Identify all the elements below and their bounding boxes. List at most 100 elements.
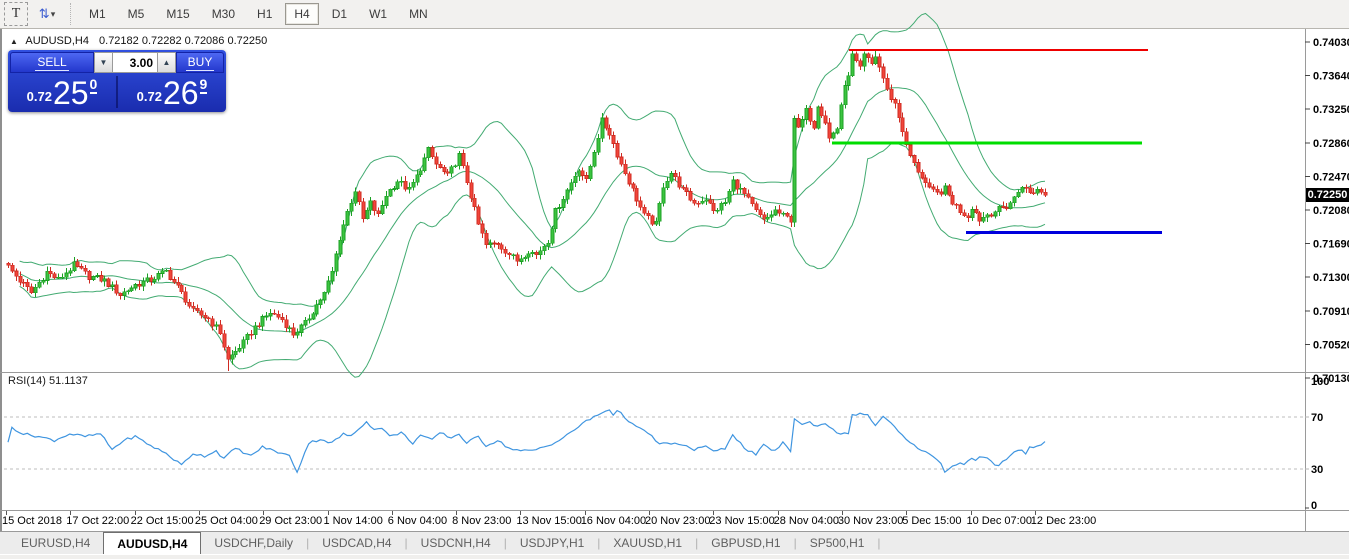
candle-bull [389, 189, 392, 196]
candle-bull [42, 281, 45, 283]
tabs-spacer [0, 532, 8, 554]
candle-bear [759, 210, 762, 215]
candle-bear [358, 192, 361, 202]
candle-bear [207, 318, 210, 319]
buy-price-button[interactable]: 0.72 26 9 [118, 74, 226, 110]
sell-price-button[interactable]: 0.72 25 0 [8, 74, 116, 110]
collapse-triangle-icon[interactable]: ▲ [10, 37, 18, 46]
candle-bear [978, 213, 981, 222]
tab-USDCNH-H4[interactable]: USDCNH,H4 [408, 532, 504, 554]
candle-bull [739, 188, 742, 189]
candle-bull [327, 281, 330, 292]
time-tick-label: 30 Nov 23:00 [838, 515, 903, 527]
buy-button-label: BUY [186, 55, 215, 71]
tab-EURUSD-H4[interactable]: EURUSD,H4 [8, 532, 103, 554]
candle-bull [423, 158, 426, 171]
candle-bull [369, 201, 372, 210]
time-tick-label: 17 Oct 22:00 [66, 515, 129, 527]
candle-bear [689, 192, 692, 201]
candle-bull [1013, 197, 1016, 203]
candle-bear [936, 189, 939, 192]
candle-bear [632, 184, 635, 188]
buy-button[interactable]: BUY [176, 52, 224, 73]
candle-bear [682, 187, 685, 188]
candle-bull [666, 181, 669, 187]
time-tick-label: 22 Oct 15:00 [131, 515, 194, 527]
candle-bull [817, 107, 820, 128]
candle-bear [990, 215, 993, 216]
candle-bull [601, 118, 604, 138]
price-tick-label: 0.70910 [1313, 306, 1349, 318]
candle-bear [466, 166, 469, 183]
volume-decrease-button[interactable]: ▼ [94, 52, 113, 73]
bollinger-lower-band [20, 144, 1045, 378]
candle-bull [323, 292, 326, 300]
candle-bear [150, 278, 153, 282]
candle-bull [288, 328, 291, 329]
candle-bull [766, 217, 769, 219]
tab-XAUUSD-H1[interactable]: XAUUSD,H1 [600, 532, 695, 554]
candle-bear [786, 213, 789, 216]
time-tick-label: 29 Oct 23:00 [259, 515, 322, 527]
candle-bull [146, 278, 149, 282]
candle-bear [192, 306, 195, 308]
candle-bull [774, 210, 777, 215]
time-tick-label: 16 Nov 04:00 [581, 515, 646, 527]
candle-bull [427, 148, 430, 158]
candle-bear [871, 58, 874, 64]
candle-bear [446, 172, 449, 174]
volume-input[interactable] [113, 52, 157, 73]
candle-bear [88, 271, 91, 279]
candle-bear [443, 167, 446, 171]
candle-bull [971, 210, 974, 218]
sell-price-point: 0 [90, 76, 98, 94]
candle-bull [339, 240, 342, 254]
candle-bear [485, 233, 488, 244]
tab-SP500-H1[interactable]: SP500,H1 [797, 532, 878, 554]
candle-bear [22, 282, 25, 283]
candle-bear [431, 148, 434, 157]
candle-bear [508, 253, 511, 254]
candle-bull [489, 243, 492, 245]
candle-bear [963, 213, 966, 216]
candle-bull [1021, 187, 1024, 192]
candle-bull [793, 119, 796, 223]
tab-USDCAD-H4[interactable]: USDCAD,H4 [309, 532, 404, 554]
candle-bear [250, 334, 253, 335]
candle-bull [554, 209, 557, 229]
candle-bull [994, 212, 997, 216]
candle-bear [1005, 208, 1008, 209]
candle-bear [26, 282, 29, 287]
price-tick-label: 0.73640 [1313, 71, 1349, 83]
candle-bear [928, 183, 931, 187]
tab-USDCHF-Daily[interactable]: USDCHF,Daily [201, 532, 306, 554]
candle-bear [30, 287, 33, 293]
candle-bear [882, 67, 885, 78]
candle-bull [346, 211, 349, 225]
candle-bear [292, 328, 295, 336]
volume-increase-button[interactable]: ▲ [157, 52, 176, 73]
candle-bear [1044, 192, 1047, 195]
sell-button-label: SELL [35, 55, 68, 71]
candle-bear [736, 180, 739, 189]
sell-button[interactable]: SELL [10, 52, 94, 73]
time-tick-label: 13 Nov 15:00 [516, 515, 581, 527]
candle-bear [177, 282, 180, 285]
tab-AUDUSD-H4[interactable]: AUDUSD,H4 [103, 532, 201, 554]
chart-tabs-bar: EURUSD,H4AUDUSD,H4USDCHF,Daily|USDCAD,H4… [0, 531, 1349, 554]
candle-bear [439, 164, 442, 167]
chart-header: ▲ AUDUSD,H4 0.72182 0.72282 0.72086 0.72… [10, 35, 267, 47]
candle-bull [61, 277, 64, 278]
candle-bull [134, 285, 137, 289]
candle-bull [385, 196, 388, 206]
candle-bear [921, 172, 924, 178]
candle-bull [354, 192, 357, 203]
candle-bull [558, 208, 561, 209]
tab-GBPUSD-H1[interactable]: GBPUSD,H1 [698, 532, 793, 554]
candle-bear [362, 202, 365, 219]
tab-USDJPY-H1[interactable]: USDJPY,H1 [507, 532, 597, 554]
candle-bear [693, 200, 696, 203]
candle-bull [73, 262, 76, 271]
candle-bull [801, 120, 804, 128]
candle-bear [477, 207, 480, 224]
